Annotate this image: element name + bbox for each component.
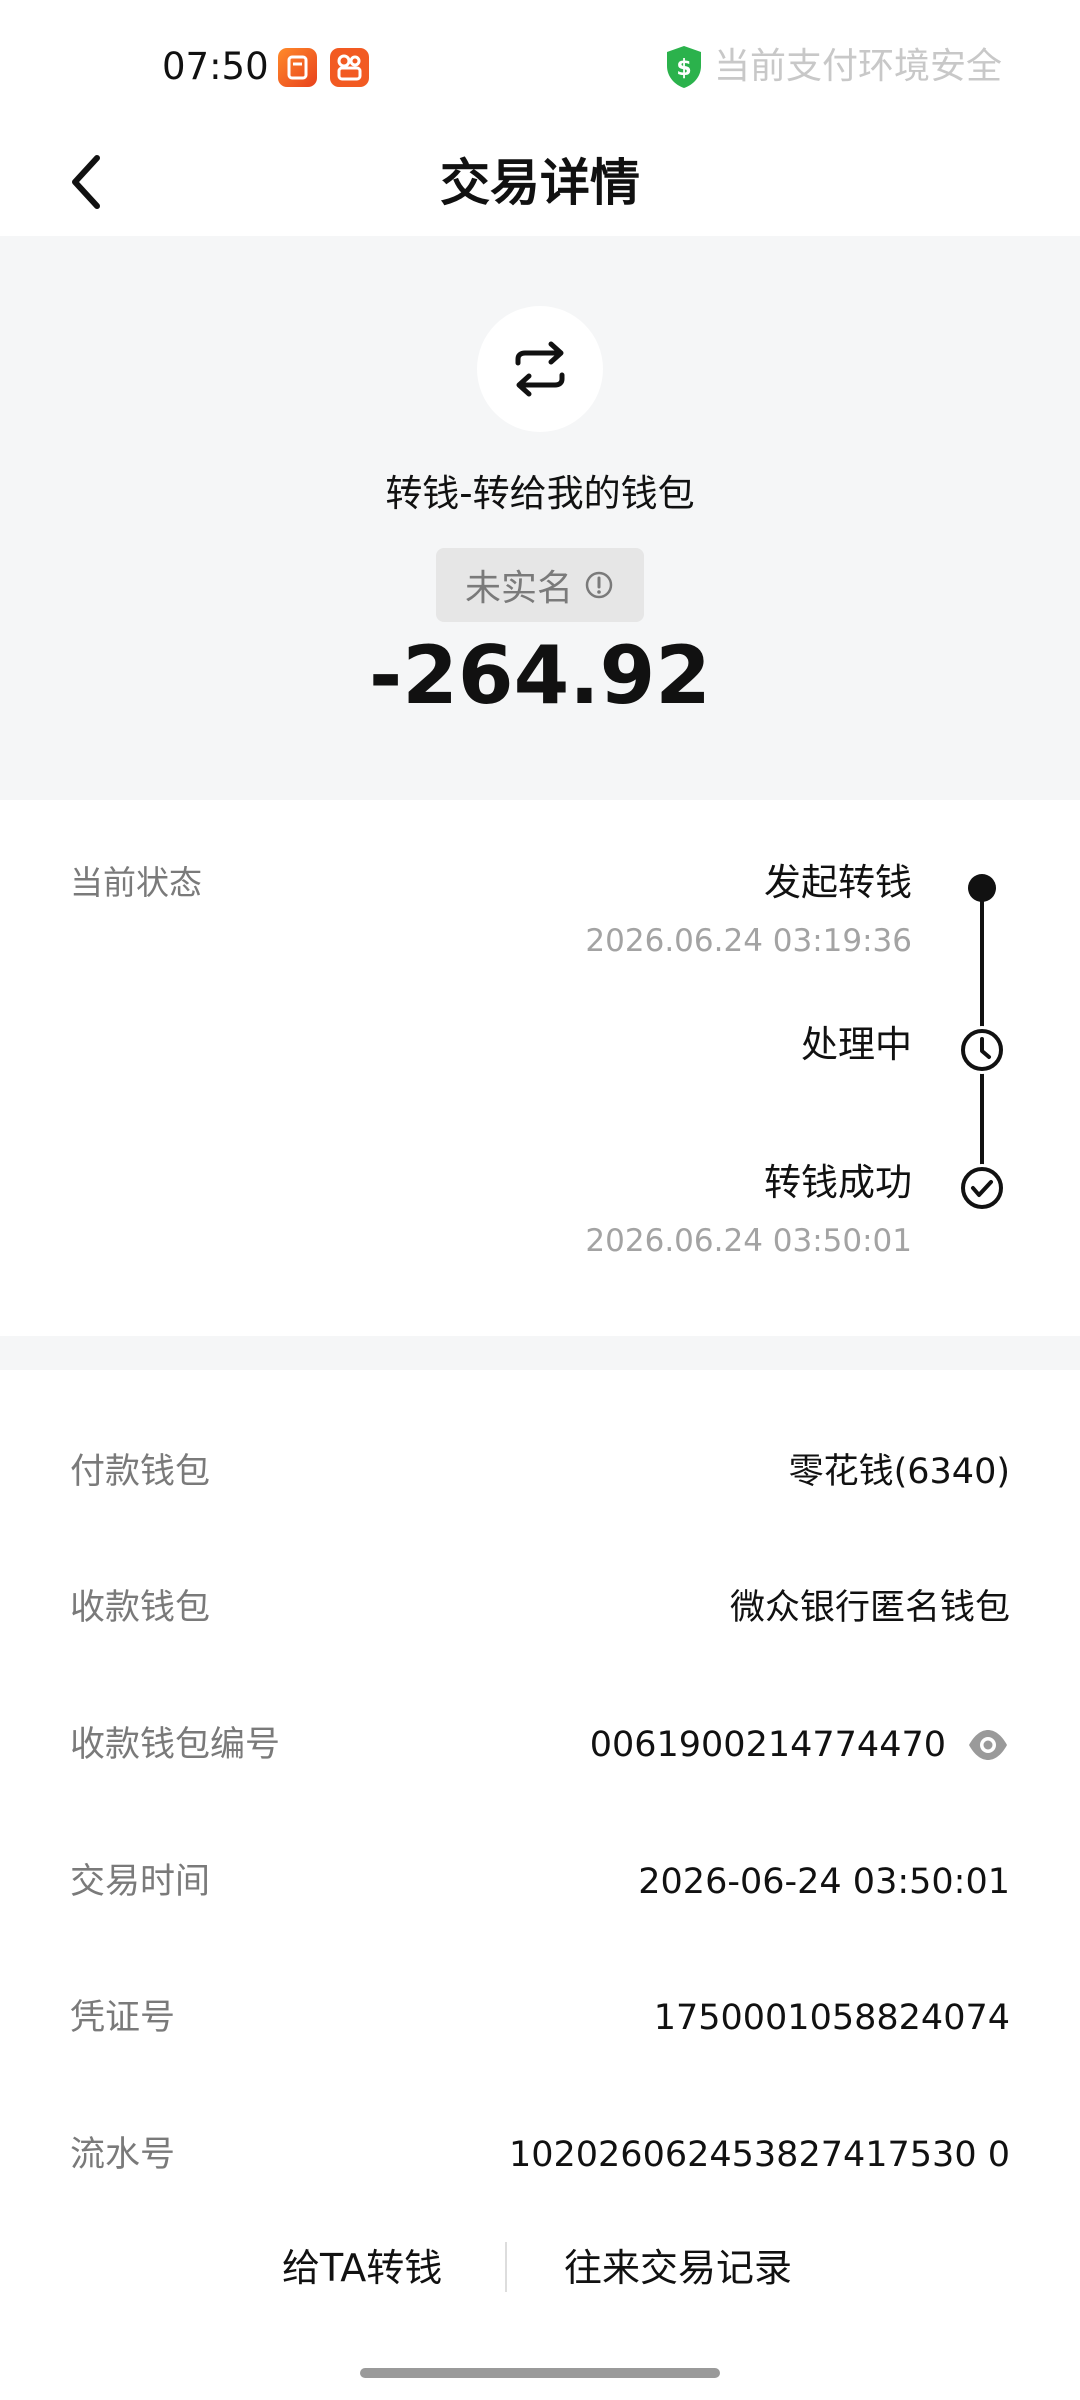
status-bar: 07:50 $ 当前支付环境安全: [0, 0, 1080, 130]
detail-row-payer-wallet: 付款钱包 零花钱(6340): [0, 1442, 1080, 1502]
transfer-to-them-button[interactable]: 给TA转钱: [282, 2236, 442, 2300]
check-circle-icon: [958, 1164, 1006, 1212]
transaction-summary: 转钱-转给我的钱包 未实名 -264.92: [0, 236, 1080, 800]
badge-label: 未实名: [464, 568, 573, 609]
timeline-dot: [968, 874, 996, 902]
transaction-type-badge: [477, 306, 603, 432]
pinduoduo-app-icon: [278, 48, 317, 87]
step-processing-title: 处理中: [801, 1023, 912, 1066]
detail-value: 微众银行匿名钱包: [729, 1588, 1010, 1628]
detail-value: 零花钱(6340): [788, 1452, 1010, 1492]
unverified-name-badge[interactable]: 未实名: [436, 548, 644, 622]
detail-value: 1750001058824074: [653, 1998, 1010, 2038]
detail-row-payee-wallet-number: 收款钱包编号 0061900214774470: [0, 1715, 1080, 1775]
kuaishou-app-icon: [330, 48, 369, 87]
step-initiated-time: 2026.06.24 03:19:36: [585, 923, 912, 959]
detail-value: 0061900214774470: [589, 1725, 946, 1765]
detail-label: 凭证号: [70, 1998, 176, 2038]
step-success-title: 转钱成功: [764, 1161, 912, 1204]
transaction-amount: -264.92: [369, 629, 711, 722]
transaction-description: 转钱-转给我的钱包: [385, 472, 695, 515]
page-title: 交易详情: [440, 154, 640, 212]
detail-label: 交易时间: [70, 1862, 211, 1902]
transfer-arrows-icon: [515, 341, 565, 397]
detail-row-voucher-number: 凭证号 1750001058824074: [0, 1988, 1080, 2048]
detail-label: 付款钱包: [70, 1452, 211, 1492]
detail-label: 收款钱包: [70, 1588, 211, 1628]
detail-row-serial-number: 流水号 102026062453827417530 0: [0, 2125, 1080, 2185]
security-text: 当前支付环境安全: [713, 46, 1002, 87]
nav-bar: 交易详情: [0, 130, 1080, 236]
back-button[interactable]: [52, 140, 122, 224]
transaction-history-button[interactable]: 往来交易记录: [564, 2236, 792, 2300]
section-divider: [0, 1336, 1080, 1370]
step-initiated-title: 发起转钱: [764, 861, 912, 904]
shield-icon: $: [666, 46, 701, 88]
status-time: 07:50: [162, 45, 269, 88]
action-separator: [505, 2242, 507, 2292]
detail-label: 流水号: [70, 2135, 176, 2175]
status-label: 当前状态: [70, 863, 202, 902]
status-timeline: 当前状态 发起转钱 2026.06.24 03:19:36 处理中 转钱成功 2…: [0, 800, 1080, 1336]
detail-value: 102026062453827417530 0: [508, 2135, 1010, 2175]
detail-label: 收款钱包编号: [70, 1725, 281, 1765]
bottom-actions: 给TA转钱 往来交易记录: [0, 2236, 1080, 2300]
svg-text:$: $: [676, 56, 691, 81]
step-success-time: 2026.06.24 03:50:01: [585, 1223, 912, 1259]
home-indicator[interactable]: [360, 2368, 720, 2378]
eye-icon[interactable]: [966, 1726, 1010, 1764]
detail-row-payee-wallet: 收款钱包 微众银行匿名钱包: [0, 1578, 1080, 1638]
clock-icon: [958, 1026, 1006, 1074]
security-indicator: $ 当前支付环境安全: [664, 44, 1002, 90]
detail-value: 2026-06-24 03:50:01: [638, 1862, 1010, 1902]
detail-row-transaction-time: 交易时间 2026-06-24 03:50:01: [0, 1852, 1080, 1912]
chevron-left-icon: [72, 155, 100, 209]
info-circle-icon: [585, 571, 613, 599]
